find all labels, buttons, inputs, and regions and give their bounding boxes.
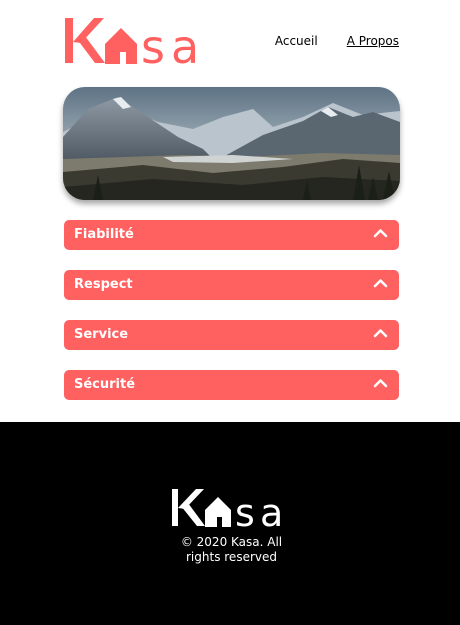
kasa-footer-logo: s a xyxy=(172,489,283,529)
site-footer: s a © 2020 Kasa. All rights reserved xyxy=(0,422,460,625)
accordion-label: Fiabilité xyxy=(74,227,134,242)
svg-text:s: s xyxy=(141,20,165,66)
accordion-securite[interactable]: Sécurité xyxy=(64,370,399,400)
chevron-up-icon[interactable] xyxy=(373,378,388,388)
accordion-label: Service xyxy=(74,327,129,342)
chevron-up-icon[interactable] xyxy=(373,328,388,338)
accordion-service[interactable]: Service xyxy=(64,320,399,350)
accordion-respect[interactable]: Respect xyxy=(64,270,399,300)
main-nav: Accueil A Propos xyxy=(275,34,399,48)
kasa-logo[interactable]: s a xyxy=(63,16,211,66)
accordion-label: Respect xyxy=(74,277,133,292)
svg-text:a: a xyxy=(260,491,283,529)
svg-text:s: s xyxy=(235,491,255,529)
site-header: s a Accueil A Propos xyxy=(0,0,460,85)
mountain-landscape-image xyxy=(63,87,400,200)
nav-link-a-propos[interactable]: A Propos xyxy=(347,34,399,48)
nav-link-accueil[interactable]: Accueil xyxy=(275,34,318,48)
accordion-fiabilite[interactable]: Fiabilité xyxy=(64,220,399,250)
banner-image xyxy=(63,87,400,200)
chevron-up-icon[interactable] xyxy=(373,228,388,238)
chevron-up-icon[interactable] xyxy=(373,278,388,288)
svg-text:a: a xyxy=(171,20,199,66)
copyright-text: © 2020 Kasa. All rights reserved xyxy=(180,535,283,564)
accordion-label: Sécurité xyxy=(74,377,136,392)
